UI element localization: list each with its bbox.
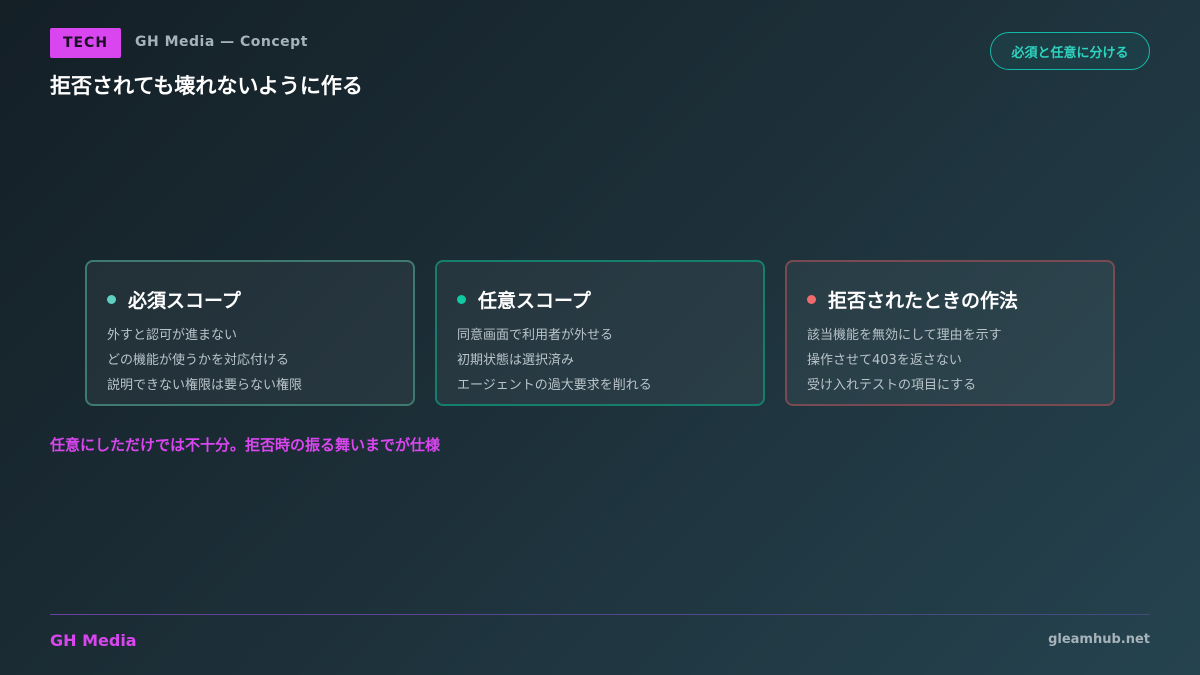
bullet-dot-icon [807,295,816,304]
card-required-scope: 必須スコープ 外すと認可が進まない どの機能が使うかを対応付ける 説明できない権… [85,260,415,406]
card-header: 任意スコープ [457,286,743,313]
card-list: 該当機能を無効にして理由を示す 操作させて403を返さない 受け入れテストの項目… [807,323,1093,398]
card-line: 説明できない権限は要らない権限 [107,378,303,393]
topic-pill: 必須と任意に分ける [990,32,1150,70]
card-title: 任意スコープ [478,290,591,312]
key-takeaway-note: 任意にしただけでは不十分。拒否時の振る舞いまでが仕様 [50,436,441,454]
card-line: 該当機能を無効にして理由を示す [807,328,1002,343]
card-line: 受け入れテストの項目にする [807,378,977,393]
card-line: 外すと認可が進まない [107,328,238,343]
brand-concept-label: GH Media — Concept [135,34,308,50]
card-header: 拒否されたときの作法 [807,286,1093,313]
card-denial-handling: 拒否されたときの作法 該当機能を無効にして理由を示す 操作させて403を返さない… [785,260,1115,406]
bullet-dot-icon [107,295,116,304]
card-list: 外すと認可が進まない どの機能が使うかを対応付ける 説明できない権限は要らない権… [107,323,393,398]
card-header: 必須スコープ [107,286,393,313]
card-line: 操作させて403を返さない [807,353,962,368]
footer-url: gleamhub.net [1048,632,1150,647]
category-tag: TECH [50,28,121,58]
card-list: 同意画面で利用者が外せる 初期状態は選択済み エージェントの過大要求を削れる [457,323,743,398]
card-line: 初期状態は選択済み [457,353,575,368]
bullet-dot-icon [457,295,466,304]
card-line: 同意画面で利用者が外せる [457,328,614,343]
page-title: 拒否されても壊れないように作る [50,74,363,98]
footer-brand: GH Media [50,631,137,650]
card-optional-scope: 任意スコープ 同意画面で利用者が外せる 初期状態は選択済み エージェントの過大要… [435,260,765,406]
card-title: 拒否されたときの作法 [828,290,1019,312]
card-title: 必須スコープ [128,290,241,312]
card-line: エージェントの過大要求を削れる [457,378,652,393]
footer-divider [50,614,1150,615]
card-line: どの機能が使うかを対応付ける [107,353,290,368]
